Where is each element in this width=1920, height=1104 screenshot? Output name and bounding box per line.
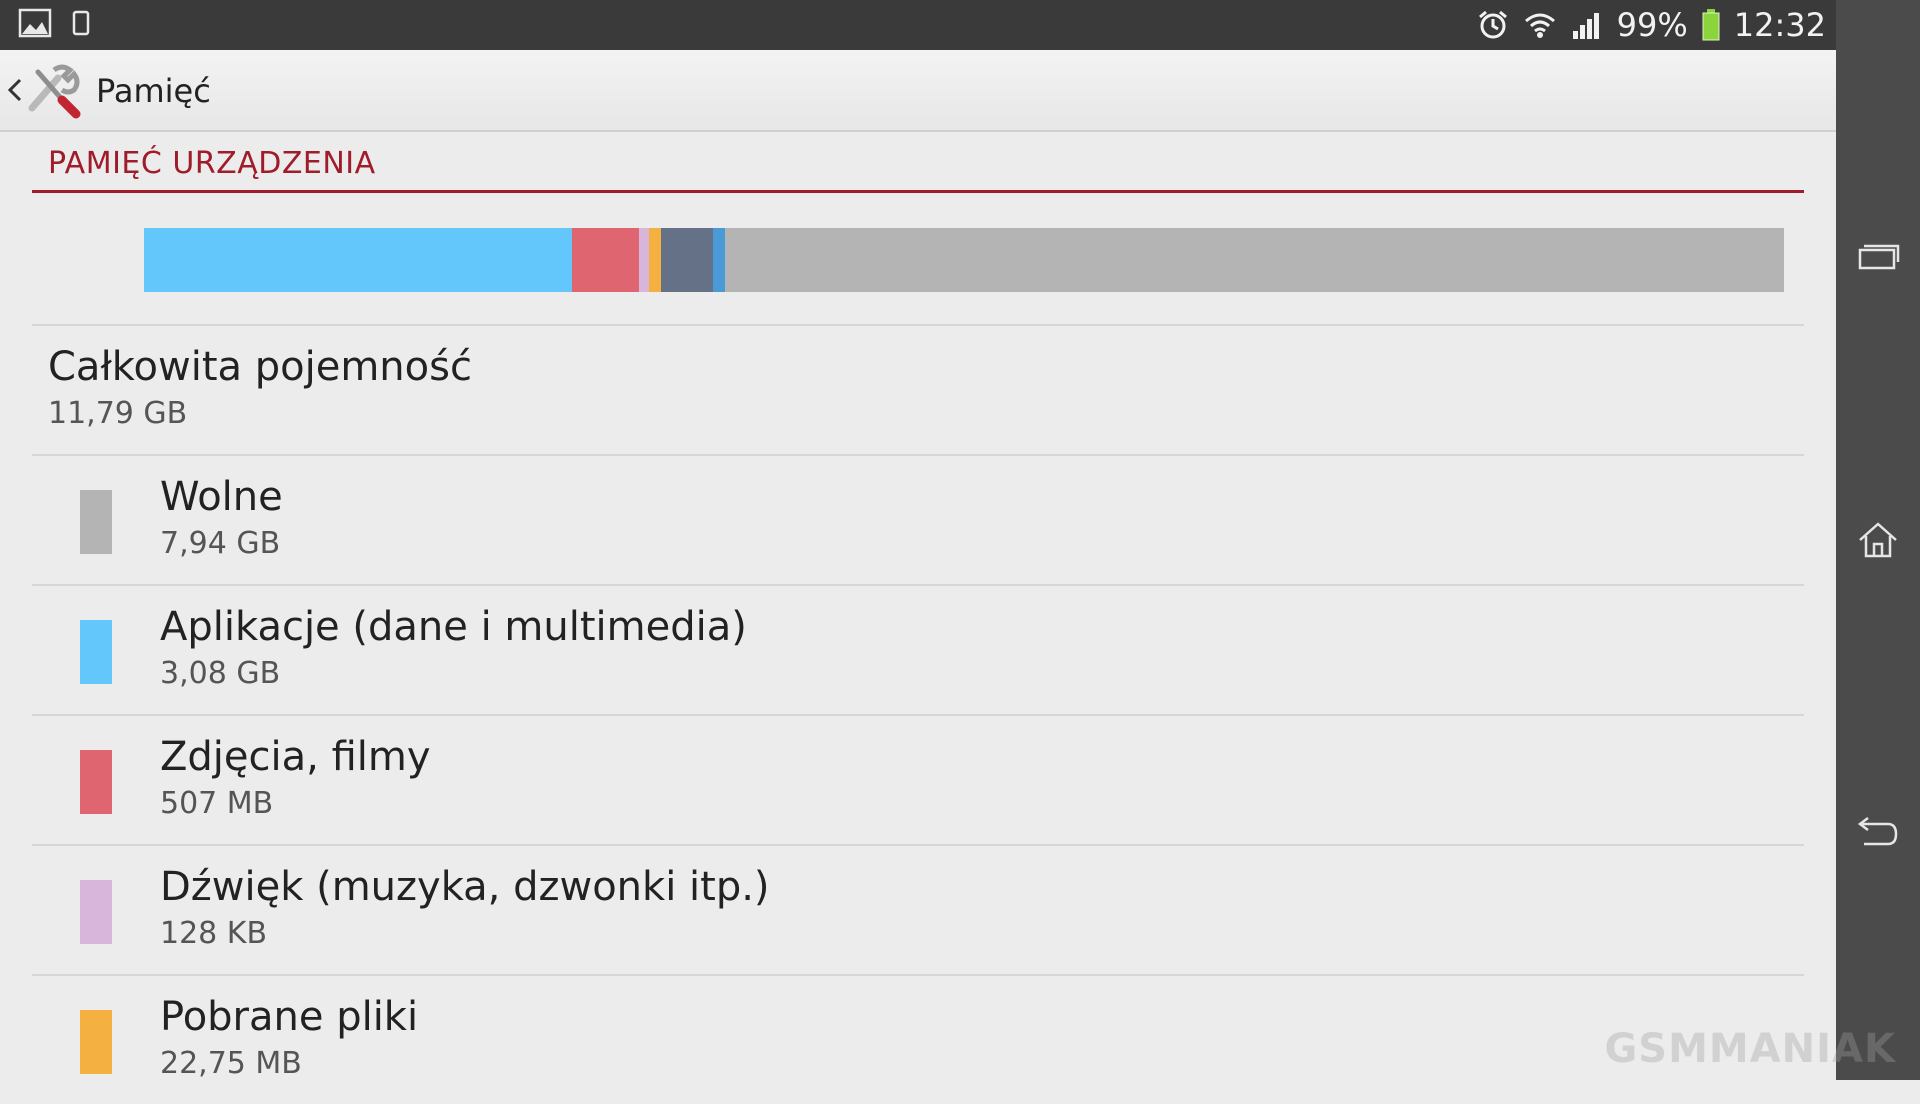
recent-apps-icon bbox=[1858, 244, 1900, 270]
watermark-logo: GSMMANIAK bbox=[1604, 1026, 1896, 1072]
notification-icons bbox=[18, 8, 92, 42]
clock: 12:32 bbox=[1733, 6, 1826, 44]
storage-item-free[interactable]: Wolne 7,94 GB bbox=[32, 456, 1804, 584]
section-header: PAMIĘĆ URZĄDZENIA bbox=[32, 146, 1804, 193]
tools-icon bbox=[28, 64, 81, 119]
total-capacity-value: 11,79 GB bbox=[48, 396, 188, 431]
storage-item-label: Aplikacje (dane i multimedia) bbox=[160, 604, 747, 650]
storage-item-label: Zdjęcia, filmy bbox=[160, 734, 431, 780]
page-title: Pamięć bbox=[96, 72, 211, 110]
up-navigation-button[interactable] bbox=[4, 50, 84, 130]
usage-segment-audio bbox=[639, 228, 650, 292]
color-swatch bbox=[80, 880, 112, 944]
storage-usage-bar bbox=[144, 228, 1784, 292]
action-bar: Pamięć bbox=[0, 50, 1836, 132]
wifi-icon bbox=[1523, 10, 1557, 40]
back-button[interactable] bbox=[1854, 806, 1902, 854]
usage-segment-other bbox=[713, 228, 725, 292]
storage-item-label: Dźwięk (muzyka, dzwonki itp.) bbox=[160, 864, 770, 910]
storage-item-value: 128 KB bbox=[160, 916, 268, 951]
gallery-notification-icon bbox=[18, 8, 52, 42]
storage-item-label: Wolne bbox=[160, 474, 283, 520]
storage-item-audio[interactable]: Dźwięk (muzyka, dzwonki itp.) 128 KB bbox=[32, 846, 1804, 974]
home-button[interactable] bbox=[1854, 516, 1902, 564]
color-swatch bbox=[80, 1010, 112, 1074]
battery-icon bbox=[1702, 9, 1720, 41]
system-status: 99% 12:32 bbox=[1477, 0, 1826, 50]
total-capacity-row: Całkowita pojemność 11,79 GB bbox=[32, 326, 1804, 454]
signal-icon bbox=[1571, 11, 1603, 39]
recent-apps-button[interactable] bbox=[1854, 232, 1902, 280]
storage-item-label: Pobrane pliki bbox=[160, 994, 419, 1040]
alarm-icon bbox=[1477, 9, 1509, 41]
device-notification-icon bbox=[70, 8, 92, 42]
storage-item-downloads[interactable]: Pobrane pliki 22,75 MB bbox=[32, 976, 1804, 1104]
color-swatch bbox=[80, 490, 112, 554]
battery-percent: 99% bbox=[1616, 6, 1688, 44]
section-header-label: PAMIĘĆ URZĄDZENIA bbox=[48, 146, 376, 181]
storage-item-value: 7,94 GB bbox=[160, 526, 281, 561]
usage-segment-free bbox=[724, 228, 1784, 292]
usage-segment-downloads bbox=[649, 228, 661, 292]
storage-content: PAMIĘĆ URZĄDZENIA Całkowita pojemność 11… bbox=[0, 132, 1836, 1081]
status-bar: 99% 12:32 bbox=[0, 0, 1836, 50]
chevron-left-icon bbox=[7, 78, 22, 102]
total-capacity-label: Całkowita pojemność bbox=[48, 344, 472, 390]
color-swatch bbox=[80, 750, 112, 814]
storage-item-value: 3,08 GB bbox=[160, 656, 281, 691]
storage-item-apps[interactable]: Aplikacje (dane i multimedia) 3,08 GB bbox=[32, 586, 1804, 714]
storage-item-value: 22,75 MB bbox=[160, 1046, 302, 1081]
back-icon bbox=[1857, 817, 1898, 846]
usage-segment-misc bbox=[660, 228, 714, 292]
navigation-bar bbox=[1836, 0, 1920, 1080]
storage-item-value: 507 MB bbox=[160, 786, 274, 821]
usage-segment-photos bbox=[572, 228, 640, 292]
color-swatch bbox=[80, 620, 112, 684]
usage-segment-apps bbox=[144, 228, 573, 292]
home-icon bbox=[1859, 522, 1897, 558]
storage-item-photos[interactable]: Zdjęcia, filmy 507 MB bbox=[32, 716, 1804, 844]
